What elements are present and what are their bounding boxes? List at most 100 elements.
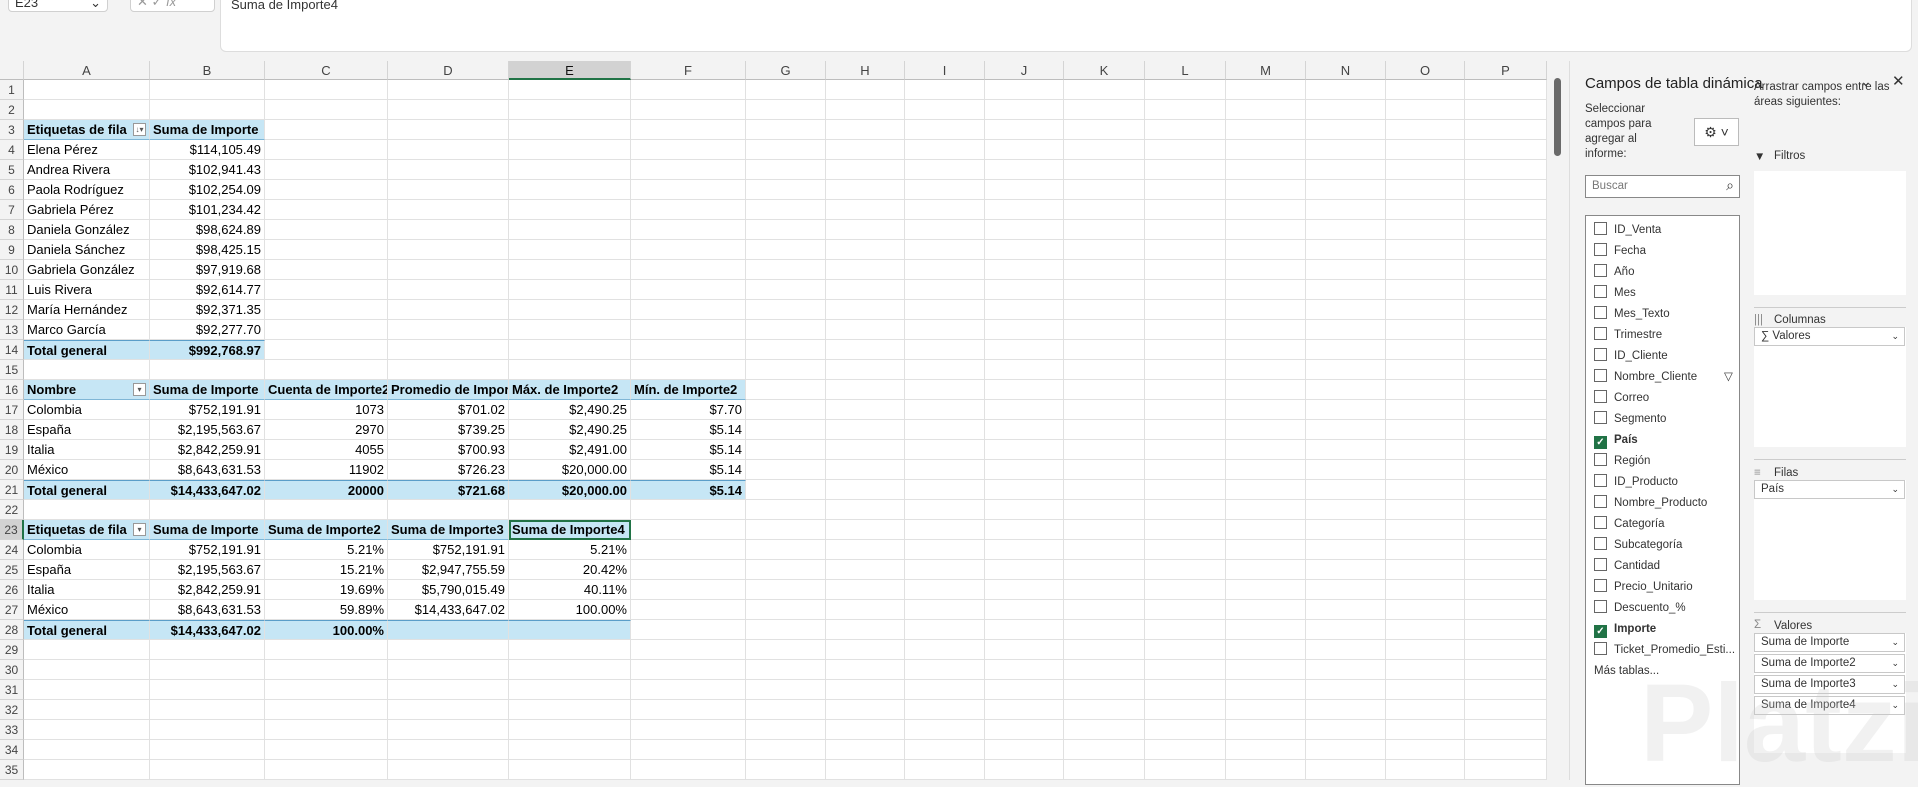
column-header-P[interactable]: P bbox=[1465, 61, 1547, 80]
row-header-13[interactable]: 13 bbox=[0, 320, 24, 340]
cell[interactable] bbox=[1306, 620, 1386, 640]
cell[interactable] bbox=[985, 420, 1064, 440]
cell[interactable] bbox=[746, 740, 826, 760]
cell[interactable] bbox=[826, 500, 905, 520]
cell[interactable] bbox=[826, 760, 905, 780]
pivot-value-cell[interactable]: 59.89% bbox=[265, 600, 388, 620]
cell[interactable] bbox=[1306, 380, 1386, 400]
cell[interactable] bbox=[1386, 260, 1465, 280]
row-header-11[interactable]: 11 bbox=[0, 280, 24, 300]
cell[interactable] bbox=[905, 360, 985, 380]
cell[interactable] bbox=[265, 720, 388, 740]
cell[interactable] bbox=[1226, 200, 1306, 220]
cell[interactable] bbox=[1226, 360, 1306, 380]
cell[interactable] bbox=[985, 440, 1064, 460]
cell[interactable] bbox=[1064, 400, 1145, 420]
cell[interactable] bbox=[1145, 300, 1226, 320]
cell[interactable] bbox=[1465, 400, 1547, 420]
cell[interactable] bbox=[265, 640, 388, 660]
cell[interactable] bbox=[1226, 620, 1306, 640]
cell[interactable] bbox=[746, 140, 826, 160]
cell[interactable] bbox=[509, 740, 631, 760]
cell[interactable] bbox=[905, 500, 985, 520]
pivot-value-cell[interactable]: $2,491.00 bbox=[509, 440, 631, 460]
cell[interactable] bbox=[509, 220, 631, 240]
cell[interactable] bbox=[1145, 660, 1226, 680]
cell[interactable] bbox=[905, 180, 985, 200]
checkbox[interactable] bbox=[1594, 558, 1607, 571]
enter-icon[interactable]: ✓ bbox=[152, 0, 163, 9]
pivot-value-cell[interactable]: $20,000.00 bbox=[509, 460, 631, 480]
column-header-C[interactable]: C bbox=[265, 61, 388, 80]
cell[interactable] bbox=[1465, 760, 1547, 780]
row-header-2[interactable]: 2 bbox=[0, 100, 24, 120]
scrollbar-thumb[interactable] bbox=[1554, 78, 1561, 156]
cell[interactable] bbox=[1306, 80, 1386, 100]
pivot-value-cell[interactable]: 1073 bbox=[265, 400, 388, 420]
cell[interactable] bbox=[1226, 220, 1306, 240]
cell[interactable] bbox=[1386, 120, 1465, 140]
cell[interactable] bbox=[985, 340, 1064, 360]
pivot-value-cell[interactable]: $5.14 bbox=[631, 460, 746, 480]
cell[interactable] bbox=[1064, 600, 1145, 620]
cell[interactable] bbox=[1145, 340, 1226, 360]
cell[interactable] bbox=[1226, 460, 1306, 480]
cell[interactable] bbox=[746, 460, 826, 480]
cell[interactable] bbox=[1064, 180, 1145, 200]
cell[interactable] bbox=[1226, 420, 1306, 440]
cell[interactable] bbox=[1226, 440, 1306, 460]
cell[interactable] bbox=[1465, 100, 1547, 120]
values-item[interactable]: Suma de Importe ⌄ bbox=[1754, 633, 1905, 652]
cell[interactable] bbox=[631, 340, 746, 360]
cell[interactable] bbox=[746, 200, 826, 220]
cell[interactable] bbox=[985, 180, 1064, 200]
cell[interactable] bbox=[1465, 320, 1547, 340]
cell[interactable] bbox=[388, 280, 509, 300]
cell[interactable] bbox=[509, 300, 631, 320]
cell[interactable] bbox=[1465, 560, 1547, 580]
cell[interactable] bbox=[265, 100, 388, 120]
cell[interactable] bbox=[826, 280, 905, 300]
cell[interactable] bbox=[1145, 380, 1226, 400]
pivot-value-cell[interactable]: $114,105.49 bbox=[150, 140, 265, 160]
cell[interactable] bbox=[1064, 280, 1145, 300]
cell[interactable] bbox=[150, 660, 265, 680]
cell[interactable] bbox=[905, 400, 985, 420]
cell[interactable] bbox=[1386, 160, 1465, 180]
pivot-value-cell[interactable]: $752,191.91 bbox=[388, 540, 509, 560]
cell[interactable] bbox=[24, 100, 150, 120]
cell[interactable] bbox=[826, 140, 905, 160]
pivot-row-label[interactable]: Daniela Sánchez bbox=[24, 240, 150, 260]
cell[interactable] bbox=[265, 360, 388, 380]
pivot-total-value[interactable]: $5.14 bbox=[631, 480, 746, 500]
cell[interactable] bbox=[905, 440, 985, 460]
field-item[interactable]: Cantidad bbox=[1594, 556, 1660, 576]
cell[interactable] bbox=[509, 140, 631, 160]
cell[interactable] bbox=[1064, 100, 1145, 120]
cell[interactable] bbox=[1145, 620, 1226, 640]
cell[interactable] bbox=[1386, 680, 1465, 700]
cell[interactable] bbox=[985, 540, 1064, 560]
row-header-5[interactable]: 5 bbox=[0, 160, 24, 180]
cell[interactable] bbox=[826, 680, 905, 700]
cell[interactable] bbox=[265, 700, 388, 720]
pivot-value-cell[interactable]: $2,195,563.67 bbox=[150, 420, 265, 440]
pivot-row-label[interactable]: Paola Rodríguez bbox=[24, 180, 150, 200]
cell[interactable] bbox=[388, 80, 509, 100]
cell[interactable] bbox=[1226, 740, 1306, 760]
checkbox[interactable] bbox=[1594, 642, 1607, 655]
row-header-31[interactable]: 31 bbox=[0, 680, 24, 700]
pivot-value-cell[interactable]: 19.69% bbox=[265, 580, 388, 600]
row-header-22[interactable]: 22 bbox=[0, 500, 24, 520]
cell[interactable] bbox=[905, 620, 985, 640]
cell[interactable] bbox=[826, 400, 905, 420]
cell[interactable] bbox=[826, 240, 905, 260]
pivot-value-cell[interactable]: $5.14 bbox=[631, 420, 746, 440]
cell[interactable] bbox=[388, 720, 509, 740]
cell[interactable] bbox=[826, 700, 905, 720]
cell[interactable] bbox=[905, 380, 985, 400]
cell[interactable] bbox=[1145, 440, 1226, 460]
cell[interactable] bbox=[631, 740, 746, 760]
cell[interactable] bbox=[1386, 100, 1465, 120]
cell[interactable] bbox=[24, 80, 150, 100]
